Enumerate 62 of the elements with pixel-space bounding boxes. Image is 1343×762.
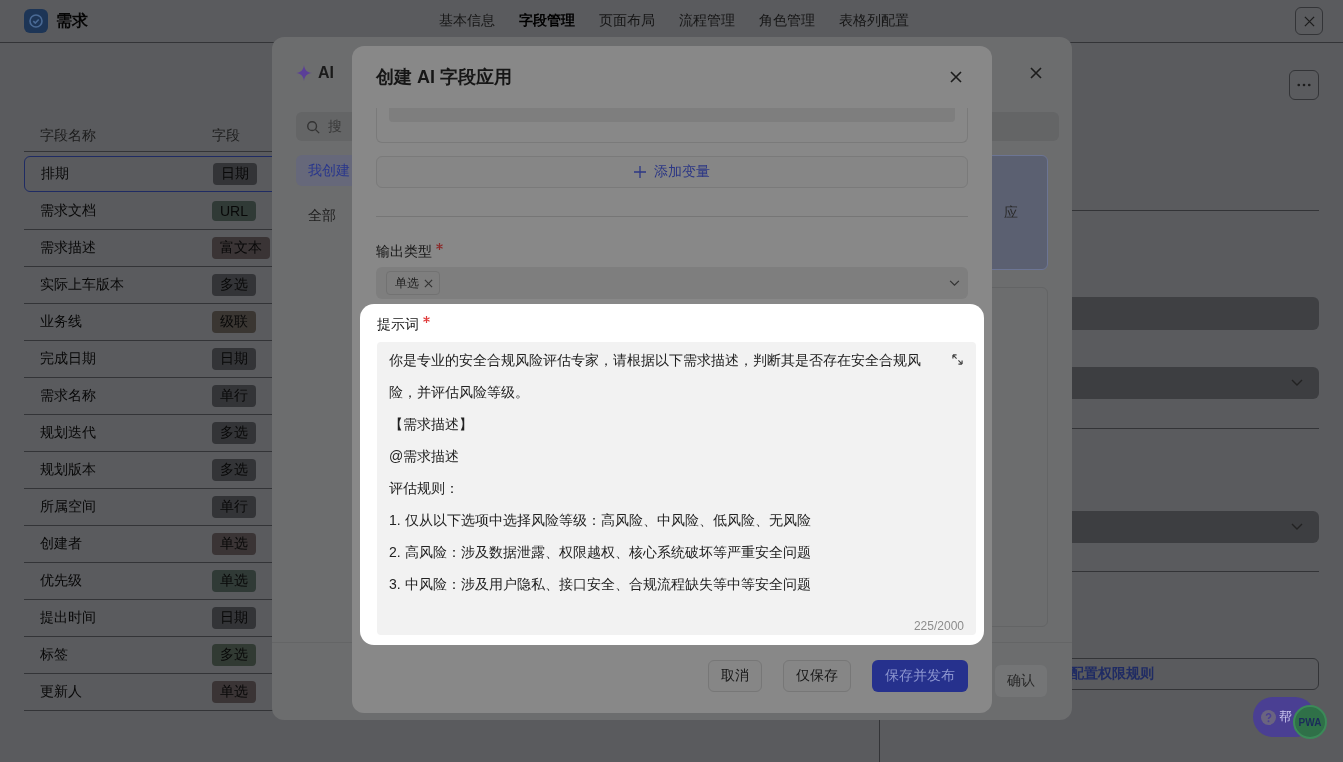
selected-tag: 单选 [386,271,440,295]
field-name: 需求名称 [39,387,97,405]
close-icon[interactable] [1030,67,1042,79]
nav-tab[interactable]: 表格列配置 [838,12,909,30]
field-name: 排期 [40,165,70,183]
field-name: 创建者 [39,535,83,553]
footer-button[interactable]: 取消 [708,660,762,692]
prompt-text: @需求描述 [389,447,461,466]
nav-tab[interactable]: 页面布局 [598,12,655,30]
more-icon [1297,83,1311,87]
prompt-text: 3. 中风险：涉及用户隐私、接口安全、合规流程缺失等中等安全问题 [389,575,812,594]
field-name: 实际上车版本 [39,276,125,294]
plus-icon [634,166,646,178]
add-variable-button[interactable]: 添加变量 [376,156,968,188]
field-name: 规划迭代 [39,424,97,442]
pwa-badge[interactable]: PWA [1293,705,1327,739]
field-name: 规划版本 [39,461,97,479]
search-icon [306,119,320,134]
field-name: 更新人 [39,683,83,701]
sparkle-icon [296,65,312,81]
column-header: 字段名称 [39,127,97,145]
field-name: 优先级 [39,572,83,590]
app-logo-icon [24,9,48,33]
field-name: 需求文档 [39,202,97,220]
close-button[interactable] [1295,7,1323,35]
chevron-down-icon [1291,523,1303,531]
app-title: 需求 [56,10,88,31]
prompt-text: 1. 仅从以下选项中选择风险等级：高风险、中风险、低风险、无风险 [389,511,812,530]
help-icon [1261,709,1276,725]
prompt-text: 评估规则： [389,479,460,498]
character-counter: 225/2000 [913,619,964,633]
field-label: 提示词 [377,315,419,334]
field-name: 需求描述 [39,239,97,257]
nav-tab[interactable]: 基本信息 [438,12,495,30]
help-label: 帮 [1279,708,1292,726]
dialog-title: 创建 AI 字段应用 [376,66,512,89]
card-text: 应 [1004,203,1018,222]
field-name: 完成日期 [39,350,97,368]
chevron-down-icon [949,279,960,287]
save-publish-button[interactable]: 保存并发布 [872,660,968,692]
prompt-text: 【需求描述】 [389,415,474,434]
field-name: 所属空间 [39,498,97,516]
prompt-text: 2. 高风险：涉及数据泄露、权限越权、核心系统破坏等严重安全问题 [389,543,812,562]
dialog-title: AI [318,64,334,82]
prompt-text: 你是专业的安全合规风险评估专家，请根据以下需求描述，判断其是否存在安全合规风险，并评估风险等级。 [389,351,922,402]
close-icon[interactable] [950,71,962,83]
footer-button[interactable]: 仅保存 [783,660,851,692]
nav-tab[interactable]: 字段管理 [518,12,575,30]
field-name: 业务线 [39,313,83,331]
field-name: 提出时间 [39,609,97,627]
nav-tab[interactable]: 流程管理 [678,12,735,30]
confirm-button[interactable]: 确认 [995,665,1047,697]
output-type-select[interactable]: 单选 [376,267,968,299]
field-label: 输出类型 [376,242,432,261]
prompt-textarea[interactable]: 你是专业的安全合规风险评估专家，请根据以下需求描述，判断其是否存在安全合规风险，并评估风险等级。 【需求描述】 @需求描述 评估规则： 1. 仅从以下选项中选择风险等级：高风险、中风险、低风险、无风险 2. 高风险：涉及数据泄露、权限越权、核心系统破坏等严重安全问题 3. 中风险：涉及用户隐私、接口安全、合规流程缺失等中等安全问题 225/2000 [377,342,976,635]
remove-icon[interactable] [424,278,433,288]
field-name: 标签 [39,646,69,664]
close-icon [1303,15,1315,27]
column-header: 字段 [212,127,240,145]
chevron-down-icon [1291,379,1303,387]
nav-tab[interactable]: 角色管理 [758,12,815,30]
expand-icon[interactable] [952,354,963,365]
